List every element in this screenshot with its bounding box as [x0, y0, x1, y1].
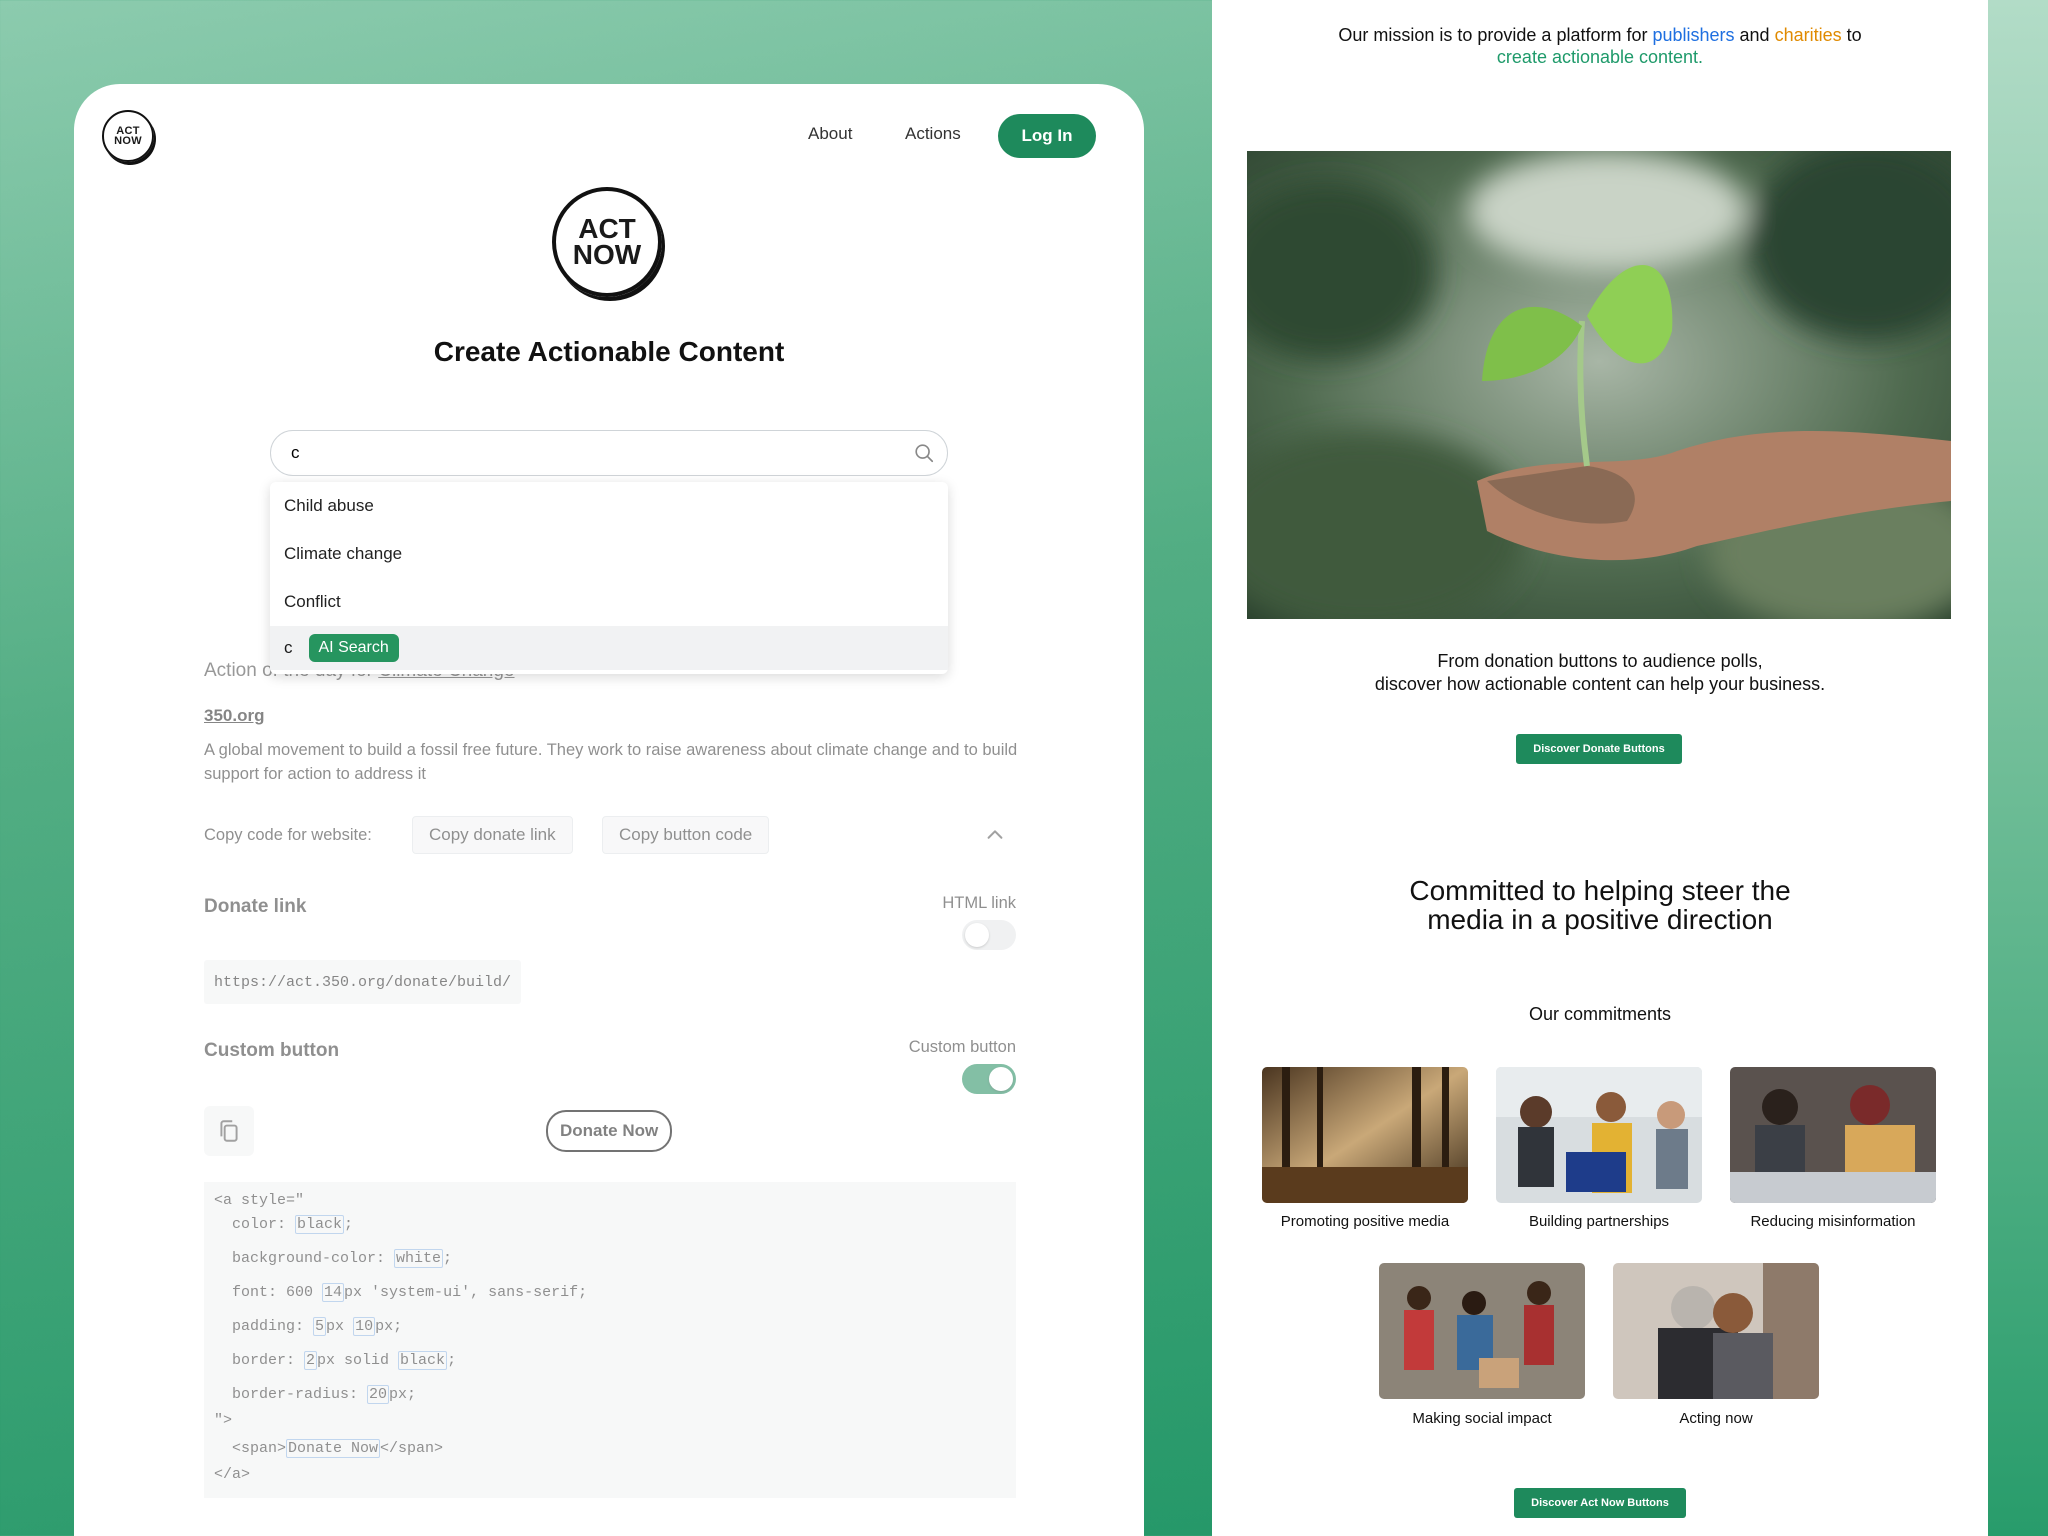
charities-link[interactable]: charities	[1775, 25, 1842, 45]
code-line: border: 2 px solid black;	[214, 1351, 457, 1370]
publishers-link[interactable]: publishers	[1652, 25, 1734, 45]
copy-donate-link-button[interactable]: Copy donate link	[412, 816, 573, 854]
toggle-knob	[965, 923, 989, 947]
code-line: padding: 5 px 10 px;	[214, 1317, 403, 1336]
donate-link-title: Donate link	[204, 896, 307, 917]
commitment-image-meeting	[1496, 1067, 1702, 1203]
tagline-line2: discover how actionable content can help…	[1374, 674, 1826, 694]
commitment-caption: Building partnerships	[1528, 1213, 1670, 1230]
page-title: Create Actionable Content	[433, 336, 785, 367]
mission-statement: Our mission is to provide a platform for…	[1338, 25, 1862, 67]
copy-button-code-button[interactable]: Copy button code	[602, 816, 770, 854]
ai-search-option[interactable]: c AI Search	[270, 626, 948, 670]
nav-actions[interactable]: Actions	[905, 124, 961, 144]
commitment-image-forest	[1262, 1067, 1468, 1203]
commitment-caption: Making social impact	[1412, 1410, 1552, 1427]
chevron-up-icon[interactable]	[984, 824, 1006, 846]
discover-donate-buttons-button[interactable]: Discover Donate Buttons	[1516, 734, 1682, 764]
copy-icon	[220, 1120, 238, 1142]
search-icon[interactable]	[913, 442, 935, 464]
html-link-toggle[interactable]	[962, 920, 1016, 950]
app-card: ACT NOW About Actions Log In ACT NOW Cre…	[74, 84, 1144, 1536]
button-code-block[interactable]: <a style=" color: black; background-colo…	[204, 1182, 1016, 1498]
commitment-heading: Committed to helping steer the media in …	[1409, 875, 1791, 935]
code-line: border-radius: 20 px;	[214, 1385, 417, 1404]
commitment-image-students	[1730, 1067, 1936, 1203]
commitment-image-crowd	[1379, 1263, 1585, 1399]
logo-line2: NOW	[114, 135, 142, 147]
hero-image-seedling	[1247, 151, 1951, 619]
commitments-title: Our commitments	[1528, 1004, 1672, 1024]
custom-button-label: Custom button	[908, 1038, 1016, 1056]
nav-about[interactable]: About	[808, 124, 852, 144]
ai-search-badge[interactable]: AI Search	[308, 634, 399, 662]
commitment-caption: Reducing misinformation	[1750, 1213, 1916, 1230]
act-now-logo[interactable]: ACT NOW	[102, 110, 154, 162]
commitment-caption: Acting now	[1679, 1410, 1753, 1427]
discover-act-now-buttons-button[interactable]: Discover Act Now Buttons	[1514, 1488, 1686, 1518]
search-suggestions: Child abuse Climate change Conflict c AI…	[270, 482, 948, 674]
code-line: <a style="	[214, 1192, 305, 1209]
tagline: From donation buttons to audience polls,…	[1212, 650, 1988, 696]
code-line: color: black;	[214, 1215, 354, 1234]
donate-now-preview[interactable]: Donate Now	[546, 1110, 673, 1152]
logo-large-line2: NOW	[572, 239, 642, 270]
ai-search-query: c	[284, 638, 293, 657]
code-line: font: 600 14 px 'system-ui', sans-serif;	[214, 1283, 588, 1302]
commitment-image-hug	[1613, 1263, 1819, 1399]
custom-button-toggle[interactable]	[962, 1064, 1016, 1094]
code-line: <span> Donate Now </span>	[214, 1439, 444, 1458]
code-line: </a>	[214, 1466, 251, 1483]
donate-url[interactable]: https://act.350.org/donate/build/	[204, 960, 522, 1004]
code-line: background-color: white;	[214, 1249, 453, 1268]
mission-highlight: create actionable content.	[1496, 47, 1704, 67]
act-now-logo-large: ACT NOW	[552, 187, 662, 297]
custom-button-title: Custom button	[204, 1040, 340, 1061]
toggle-knob	[989, 1067, 1013, 1091]
suggestion-item[interactable]: Conflict	[270, 578, 948, 626]
suggestion-item[interactable]: Climate change	[270, 530, 948, 578]
background-strip	[1988, 0, 2048, 1536]
search-input[interactable]	[291, 441, 891, 465]
commitment-caption: Promoting positive media	[1280, 1213, 1450, 1230]
marketing-panel: Our mission is to provide a platform for…	[1212, 0, 1988, 1536]
search-box	[270, 430, 948, 476]
tagline-line1: From donation buttons to audience polls,	[1437, 651, 1763, 671]
copy-code-label: Copy code for website:	[204, 826, 372, 844]
code-line: ">	[214, 1412, 233, 1429]
html-link-label: HTML link	[942, 894, 1016, 912]
org-description: A global movement to build a fossil free…	[204, 741, 1018, 783]
copy-code-button[interactable]	[204, 1106, 254, 1156]
suggestion-item[interactable]: Child abuse	[270, 482, 948, 530]
org-link[interactable]: 350.org	[204, 706, 264, 726]
login-button[interactable]: Log In	[998, 114, 1096, 158]
